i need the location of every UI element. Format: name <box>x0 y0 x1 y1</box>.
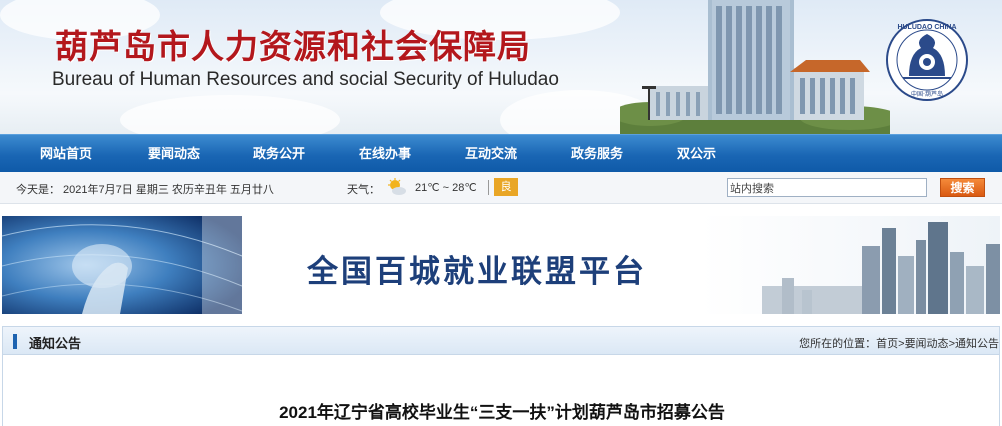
nav-item-gov-open[interactable]: 政务公开 <box>253 135 305 173</box>
huludao-emblem-logo: HULUDAO CHINA 中国·葫芦岛 <box>886 19 968 101</box>
breadcrumb-news[interactable]: 要闻动态 <box>905 338 949 350</box>
site-title-cn: 葫芦岛市人力资源和社会保障局 <box>55 27 531 66</box>
site-search-input[interactable] <box>727 178 927 197</box>
nav-item-news[interactable]: 要闻动态 <box>148 135 200 173</box>
sun-cloud-icon <box>388 178 406 195</box>
employment-alliance-banner[interactable]: 全国百城就业联盟平台 <box>2 216 1000 314</box>
site-title-en: Bureau of Human Resources and social Sec… <box>52 69 559 90</box>
article-title: 2021年辽宁省高校毕业生“三支一扶”计划葫芦岛市招募公告 <box>279 403 725 422</box>
breadcrumb-notices[interactable]: 通知公告 <box>955 338 999 350</box>
current-date: 今天是： 2021年7月7日 星期三 农历辛丑年 五月廿八 <box>16 184 274 196</box>
article-container: 2021年辽宁省高校毕业生“三支一扶”计划葫芦岛市招募公告 <box>2 355 1000 426</box>
section-title: 通知公告 <box>29 336 82 351</box>
emblem-text-top: HULUDAO CHINA <box>897 24 956 31</box>
weather-label: 天气： <box>347 184 380 196</box>
nav-item-double-publicity[interactable]: 双公示 <box>677 135 716 173</box>
info-bar: 今天是： 2021年7月7日 星期三 农历辛丑年 五月廿八 天气： 21℃ ~ … <box>0 172 1002 204</box>
nav-item-home[interactable]: 网站首页 <box>40 135 92 173</box>
nav-item-online-services[interactable]: 在线办事 <box>359 135 411 173</box>
breadcrumb-home[interactable]: 首页 <box>876 338 898 350</box>
temperature-range: 21℃ ~ 28℃ <box>415 182 477 194</box>
nav-item-interaction[interactable]: 互动交流 <box>465 135 517 173</box>
site-header: 葫芦岛市人力资源和社会保障局 Bureau of Human Resources… <box>0 0 1002 134</box>
main-navigation: 网站首页 要闻动态 政务公开 在线办事 互动交流 政务服务 双公示 <box>0 134 1002 172</box>
info-divider <box>488 180 489 195</box>
emblem-text-bottom: 中国·葫芦岛 <box>911 90 943 98</box>
air-quality-badge: 良 <box>494 178 518 196</box>
breadcrumb-prefix: 您所在的位置： <box>799 338 877 350</box>
banner-headline: 全国百城就业联盟平台 <box>307 254 647 290</box>
nav-item-gov-services[interactable]: 政务服务 <box>571 135 623 173</box>
breadcrumb: 您所在的位置：首页>要闻动态>通知公告 <box>799 335 999 351</box>
cloud-decoration <box>120 95 340 134</box>
search-button[interactable]: 搜索 <box>940 178 985 197</box>
city-hall-building-image <box>620 0 890 134</box>
section-accent-bar <box>13 334 17 349</box>
section-header: 通知公告 您所在的位置：首页>要闻动态>通知公告 <box>2 326 1000 355</box>
